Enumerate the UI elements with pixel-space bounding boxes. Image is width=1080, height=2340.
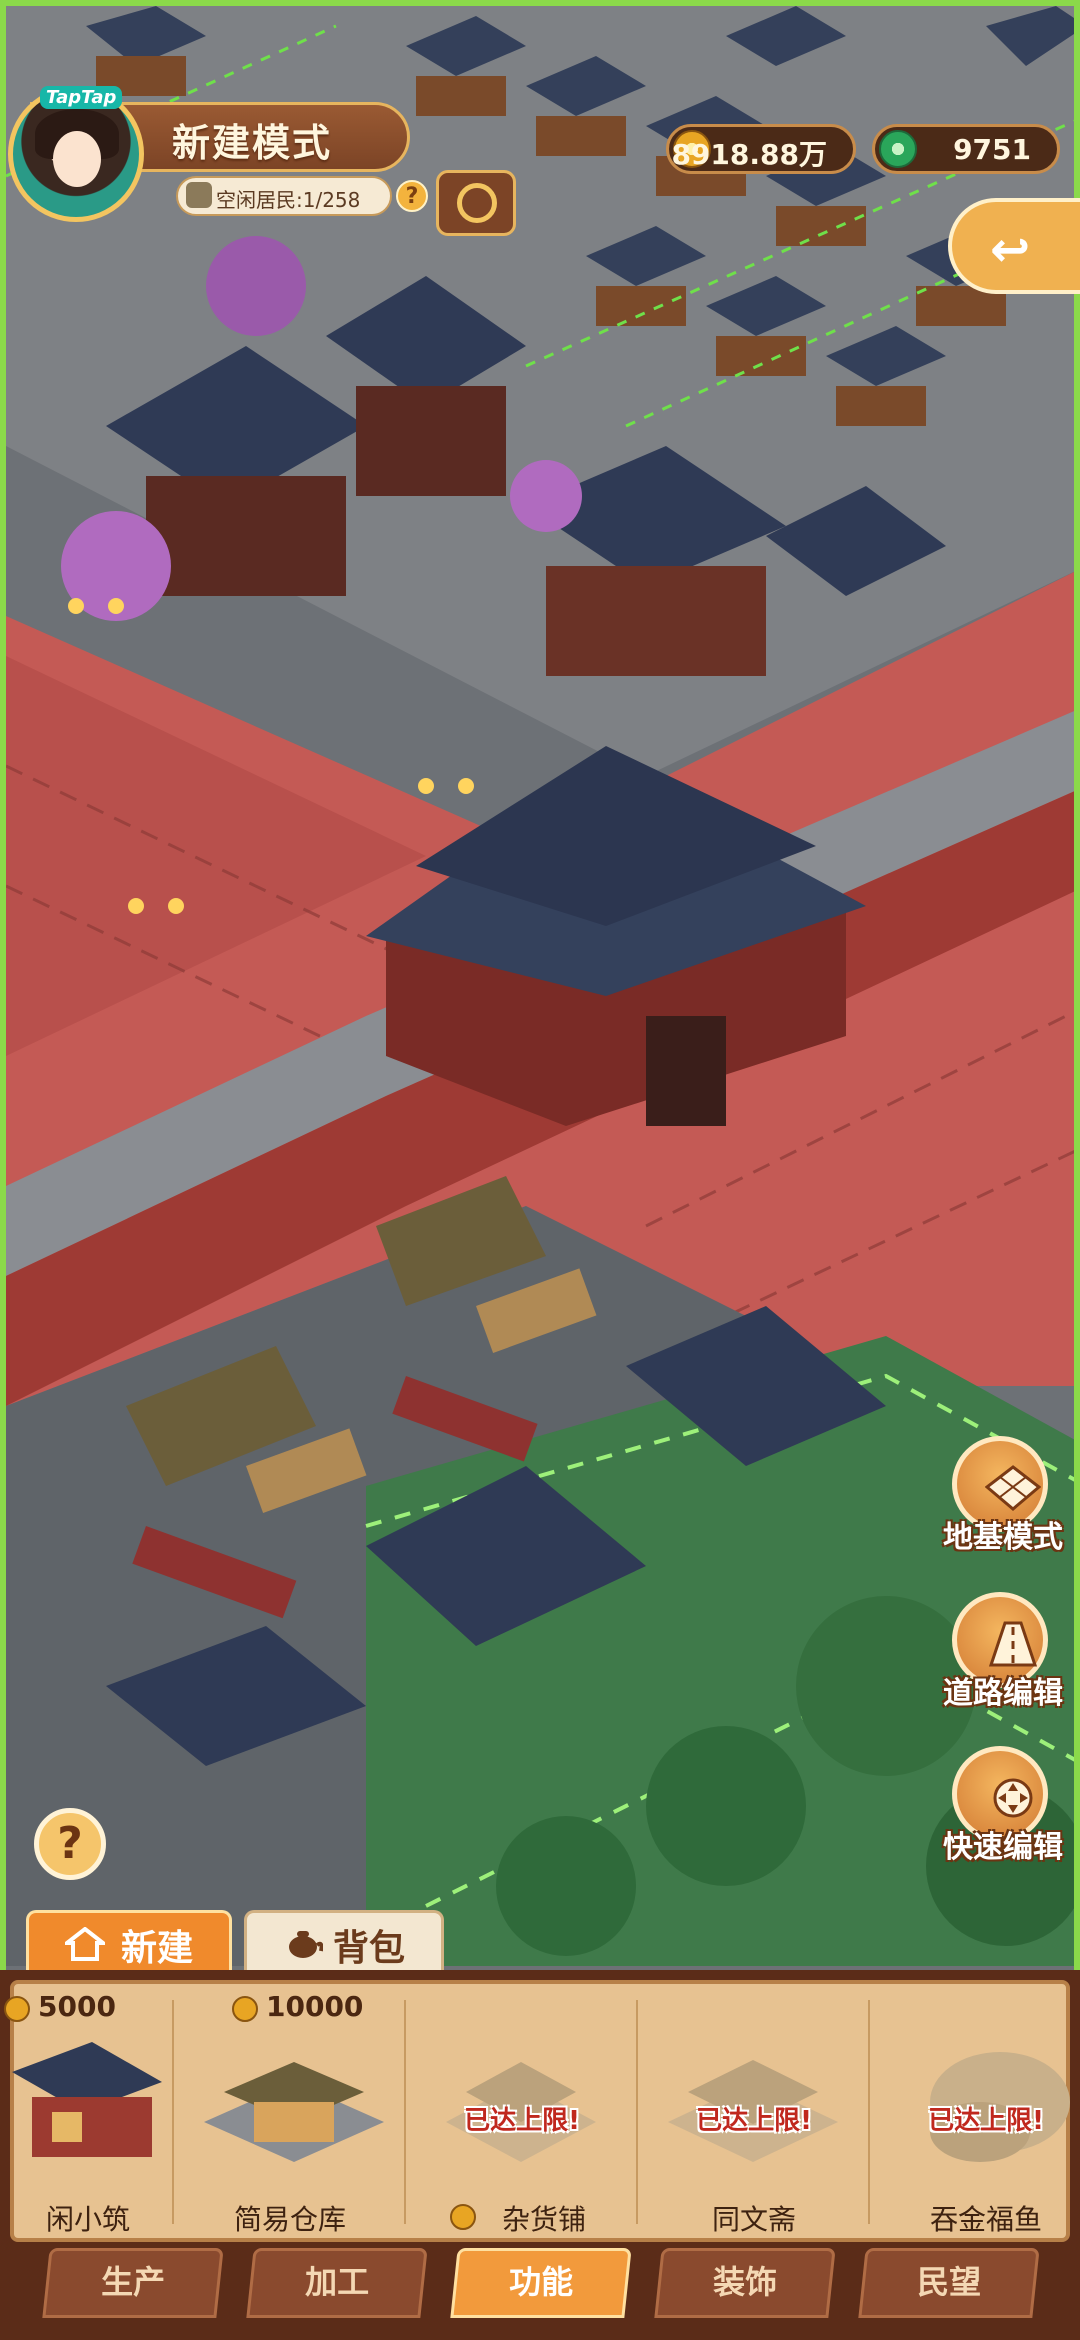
tab-new-build[interactable]: 新建 bbox=[26, 1910, 232, 1972]
taptap-badge: TapTap bbox=[40, 86, 123, 109]
gold-currency: 8918.88万 bbox=[666, 124, 856, 174]
building-card-fish[interactable]: 已达上限! 吞金福鱼 bbox=[872, 1988, 1080, 2238]
limit-reached-label: 已达上限! bbox=[464, 2106, 580, 2136]
quick-edit-button[interactable]: 快速编辑 bbox=[943, 1746, 1063, 1865]
return-arrow-icon: ↩ bbox=[990, 222, 1031, 278]
building-name: 简易仓库 bbox=[233, 2203, 346, 2236]
jade-amount: 9751 bbox=[953, 133, 1031, 166]
building-card-general-store[interactable]: 已达上限! 杂货铺 bbox=[408, 1988, 636, 2238]
building-thumbnail bbox=[204, 2062, 384, 2162]
limit-reached-label: 已达上限! bbox=[928, 2106, 1044, 2136]
road-edit-label: 道路编辑 bbox=[943, 1676, 1063, 1711]
building-name: 吞金福鱼 bbox=[929, 2203, 1042, 2236]
category-tab-reputation[interactable]: 民望 bbox=[858, 2248, 1040, 2318]
residents-help-button[interactable]: ? bbox=[396, 180, 428, 212]
building-card-tongwenzhai[interactable]: 已达上限! 同文斋 bbox=[640, 1988, 868, 2238]
tab-backpack-label: 背包 bbox=[333, 1928, 406, 1969]
gold-coin-icon bbox=[232, 1996, 258, 2022]
card-divider bbox=[868, 2000, 870, 2224]
building-name: 同文斋 bbox=[711, 2203, 796, 2236]
help-button[interactable]: ? bbox=[34, 1808, 106, 1880]
gold-amount: 8918.88万 bbox=[671, 138, 827, 171]
category-tab-decoration[interactable]: 装饰 bbox=[654, 2248, 836, 2318]
move-arrows-icon bbox=[993, 1778, 1033, 1818]
ship-wheel-button[interactable] bbox=[436, 170, 516, 236]
card-divider bbox=[636, 2000, 638, 2224]
building-thumbnail bbox=[12, 2042, 162, 2157]
category-label: 装饰 bbox=[713, 2263, 778, 2301]
building-name: 杂货铺 bbox=[501, 2203, 586, 2236]
gold-coin-icon bbox=[4, 1996, 30, 2022]
foundation-mode-button[interactable]: 地基模式 bbox=[943, 1436, 1063, 1555]
category-label: 功能 bbox=[509, 2263, 574, 2301]
category-label: 加工 bbox=[305, 2263, 370, 2301]
resident-icon bbox=[186, 182, 212, 208]
ship-wheel-icon bbox=[457, 183, 497, 223]
road-edit-button[interactable]: 道路编辑 bbox=[943, 1592, 1063, 1711]
jade-coin-icon bbox=[879, 130, 917, 168]
road-icon bbox=[988, 1621, 1038, 1667]
limit-reached-label: 已达上限! bbox=[696, 2106, 812, 2136]
card-divider bbox=[172, 2000, 174, 2224]
category-tab-processing[interactable]: 加工 bbox=[246, 2248, 428, 2318]
category-tab-function[interactable]: 功能 bbox=[450, 2248, 632, 2318]
jade-currency: 9751 bbox=[872, 124, 1060, 174]
card-divider bbox=[404, 2000, 406, 2224]
building-price: 10000 bbox=[266, 1990, 364, 2023]
building-price: 5000 bbox=[38, 1990, 116, 2023]
mode-title: 新建模式 bbox=[172, 121, 333, 165]
building-card-warehouse[interactable]: 10000 简易仓库 bbox=[176, 1988, 404, 2238]
foundation-mode-label: 地基模式 bbox=[943, 1520, 1063, 1555]
teapot-icon bbox=[289, 1931, 323, 1958]
quick-edit-label: 快速编辑 bbox=[943, 1830, 1063, 1865]
house-icon bbox=[65, 1927, 105, 1961]
exit-build-mode-button[interactable]: ↩ bbox=[948, 198, 1080, 294]
tab-backpack[interactable]: 背包 bbox=[244, 1910, 444, 1972]
avatar-face bbox=[53, 131, 101, 187]
tab-new-build-label: 新建 bbox=[121, 1928, 194, 1969]
category-label: 民望 bbox=[917, 2263, 982, 2301]
idle-residents-counter: 空闲居民:1/258 bbox=[176, 176, 392, 216]
foundation-grid-icon bbox=[985, 1465, 1041, 1511]
category-label: 生产 bbox=[101, 2263, 166, 2301]
building-card-anxian[interactable]: 5000 闲小筑 bbox=[0, 1988, 182, 2238]
idle-residents-label: 空闲居民:1/258 bbox=[216, 188, 361, 212]
category-tab-production[interactable]: 生产 bbox=[42, 2248, 224, 2318]
